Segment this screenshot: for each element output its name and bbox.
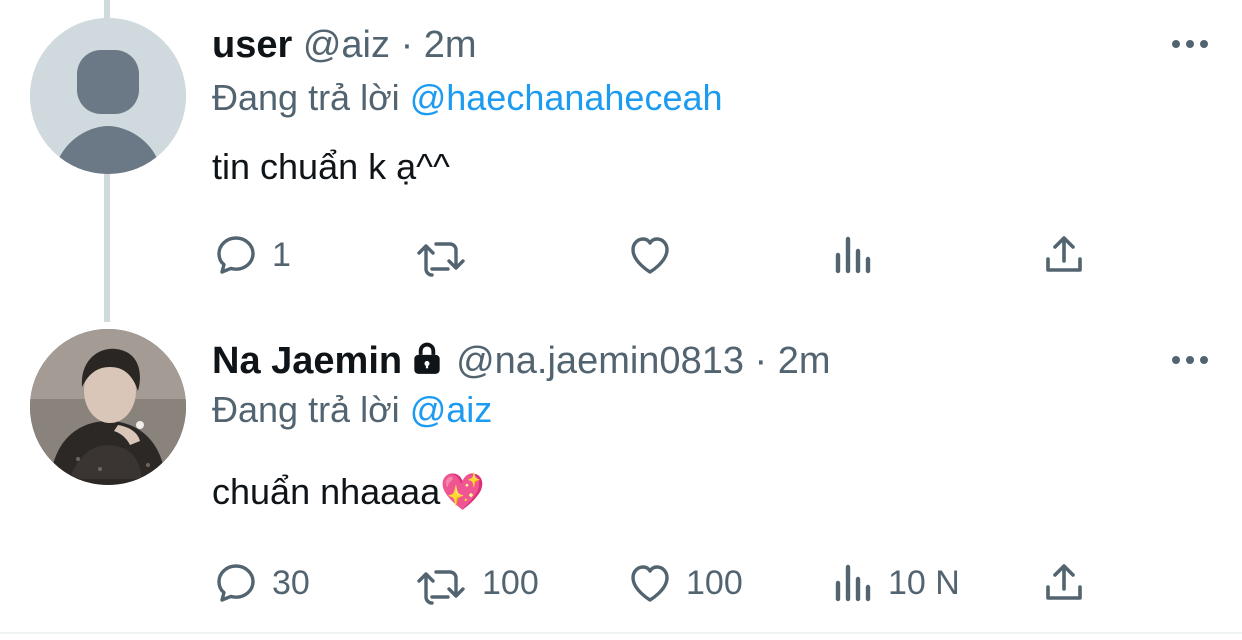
default-avatar-icon <box>30 18 186 174</box>
more-icon[interactable] <box>1170 354 1210 366</box>
reply-button[interactable]: 1 <box>212 230 291 280</box>
tweet-text: tin chuẩn k ạ^^ <box>212 146 450 187</box>
like-button[interactable]: 100 <box>626 558 743 608</box>
views-icon <box>835 236 871 274</box>
separator-dot: · <box>754 340 768 382</box>
reply-mention-link[interactable]: @aiz <box>410 389 493 430</box>
retweet-icon <box>417 570 465 605</box>
tweet-divider <box>0 632 1242 634</box>
timestamp[interactable]: 2m <box>424 24 477 66</box>
like-icon <box>631 565 669 602</box>
user-handle[interactable]: @aiz <box>303 24 390 66</box>
reply-icon <box>217 564 255 602</box>
views-button[interactable] <box>832 230 888 280</box>
share-icon <box>1046 564 1082 600</box>
tweet-text: chuẩn nhaaaa💖 <box>212 471 486 512</box>
user-handle[interactable]: @na.jaemin0813 <box>456 340 744 382</box>
separator-dot: · <box>400 24 414 66</box>
tweet-header: user @aiz · 2m <box>212 22 477 68</box>
reply-button[interactable]: 30 <box>212 558 310 608</box>
reply-mention-link[interactable]: @haechanaheceah <box>410 77 723 118</box>
share-button[interactable] <box>1040 230 1088 280</box>
retweet-button[interactable] <box>414 230 482 280</box>
tweet[interactable]: Na Jaemin @na.jaemin0813 · 2m Đang trả l… <box>0 320 1242 632</box>
views-icon <box>835 564 871 602</box>
views-button[interactable]: 10 N <box>832 558 960 608</box>
share-icon <box>1046 236 1082 272</box>
like-count: 100 <box>686 563 743 602</box>
display-name[interactable]: user <box>212 24 292 66</box>
replying-to: Đang trả lời @haechanaheceah <box>212 76 723 120</box>
avatar[interactable] <box>30 18 186 174</box>
display-name[interactable]: Na Jaemin <box>212 340 402 382</box>
retweet-icon <box>417 242 465 277</box>
lock-icon <box>414 342 440 374</box>
tweet-header: Na Jaemin @na.jaemin0813 · 2m <box>212 338 831 384</box>
like-button[interactable] <box>626 230 686 280</box>
replying-to-label: Đang trả lời <box>212 389 400 430</box>
more-icon[interactable] <box>1170 38 1210 50</box>
avatar[interactable] <box>30 329 186 485</box>
retweet-count: 100 <box>482 563 539 602</box>
replying-to: Đang trả lời @aiz <box>212 388 492 432</box>
share-button[interactable] <box>1040 558 1088 608</box>
reply-count: 1 <box>272 235 291 274</box>
timestamp[interactable]: 2m <box>778 340 831 382</box>
profile-photo <box>30 329 186 485</box>
reply-count: 30 <box>272 563 310 602</box>
like-icon <box>631 237 669 274</box>
retweet-button[interactable]: 100 <box>414 558 539 608</box>
views-count: 10 N <box>888 563 960 602</box>
replying-to-label: Đang trả lời <box>212 77 400 118</box>
reply-icon <box>217 236 255 274</box>
tweet[interactable]: user @aiz · 2m Đang trả lời @haechanahec… <box>0 0 1242 320</box>
